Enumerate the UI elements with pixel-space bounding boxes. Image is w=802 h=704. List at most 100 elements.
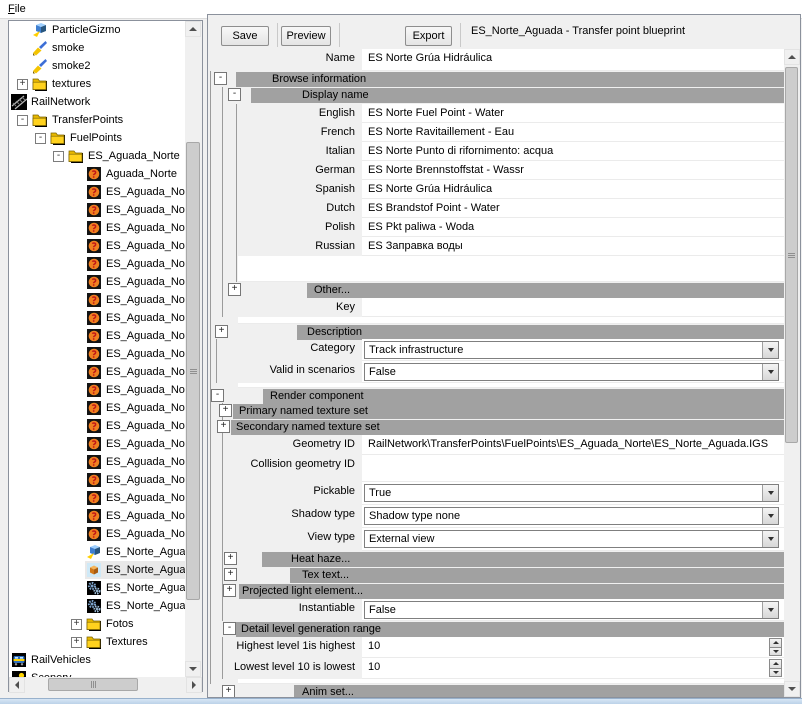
expand-icon[interactable]: + (217, 420, 230, 433)
tree-item-es-aguada-nort[interactable]: ES_Aguada_Nort (9, 219, 185, 237)
expand-icon[interactable]: + (228, 283, 241, 296)
scroll-left-icon[interactable] (9, 677, 25, 693)
preview-button[interactable]: Preview (281, 26, 331, 46)
tree-item-body: ES_Aguada_Nort (85, 507, 185, 525)
chevron-down-icon[interactable] (762, 508, 778, 524)
chevron-down-icon[interactable] (762, 485, 778, 501)
tree-item-es-aguada-nort[interactable]: ES_Aguada_Nort (9, 291, 185, 309)
combo-valid-in-scenarios[interactable]: False (364, 363, 779, 381)
tree-item-smoke2[interactable]: smoke2 (9, 57, 185, 75)
field-collision-geometry-id[interactable] (362, 455, 784, 482)
collapse-icon[interactable]: - (211, 389, 224, 402)
tree-item-textures[interactable]: +Textures (9, 633, 185, 651)
field-name[interactable]: ES Norte Grúa Hidráulica (362, 49, 784, 71)
scroll-down-icon[interactable] (185, 661, 201, 677)
save-button[interactable]: Save (221, 26, 269, 46)
expand-icon[interactable]: + (17, 79, 28, 90)
combo-view-type[interactable]: External view (364, 530, 779, 548)
collapse-icon[interactable]: - (53, 151, 64, 162)
tree-item-es-aguada-nort[interactable]: ES_Aguada_Nort (9, 345, 185, 363)
collapse-icon[interactable]: - (223, 622, 236, 635)
tree-hscroll-thumb[interactable] (48, 678, 138, 691)
chevron-down-icon[interactable] (762, 342, 778, 358)
export-button[interactable]: Export (405, 26, 452, 46)
field-russian[interactable]: ES Заправка воды (362, 237, 784, 256)
tree-item-es-aguada-nort[interactable]: ES_Aguada_Nort (9, 489, 185, 507)
field-spanish[interactable]: ES Norte Grúa Hidráulica (362, 180, 784, 199)
tree-item-smoke[interactable]: smoke (9, 39, 185, 57)
form-vscroll-thumb[interactable] (785, 67, 798, 443)
field-polish[interactable]: ES Pkt paliwa - Woda (362, 218, 784, 237)
tree-item-aguada-norte[interactable]: Aguada_Norte (9, 165, 185, 183)
tree-item-es-aguada-nort[interactable]: ES_Aguada_Nort (9, 201, 185, 219)
scroll-up-icon[interactable] (784, 49, 800, 65)
tree-item-scenery[interactable]: Scenery (9, 669, 185, 677)
field-geometry-id[interactable]: RailNetwork\TransferPoints\FuelPoints\ES… (362, 435, 784, 455)
tree-item-es-aguada-nort[interactable]: ES_Aguada_Nort (9, 471, 185, 489)
tree-item-es-aguada-nort[interactable]: ES_Aguada_Nort (9, 363, 185, 381)
combo-instantiable[interactable]: False (364, 601, 779, 619)
tree-item-es-aguada-nort[interactable]: ES_Aguada_Nort (9, 381, 185, 399)
tree-item-es-norte-aguad[interactable]: ES_Norte_Aguad (9, 579, 185, 597)
spin-down-icon[interactable] (769, 647, 782, 657)
tree-vscroll-thumb[interactable] (186, 142, 200, 600)
combo-category[interactable]: Track infrastructure (364, 341, 779, 359)
collapse-icon[interactable]: - (17, 115, 28, 126)
field-key[interactable] (362, 298, 784, 317)
scroll-down-icon[interactable] (784, 681, 800, 697)
section-other: +Other... (208, 282, 784, 298)
field-french[interactable]: ES Norte Ravitaillement - Eau (362, 123, 784, 142)
field-italian[interactable]: ES Norte Punto di rifornimento: acqua (362, 142, 784, 161)
combo-pickable[interactable]: True (364, 484, 779, 502)
tree-item-railvehicles[interactable]: RailVehicles (9, 651, 185, 669)
tree-item-es-aguada-nort[interactable]: ES_Aguada_Nort (9, 273, 185, 291)
tree-item-fuelpoints[interactable]: -FuelPoints (9, 129, 185, 147)
field-english[interactable]: ES Norte Fuel Point - Water (362, 104, 784, 123)
tree-item-es-aguada-nort[interactable]: ES_Aguada_Nort (9, 525, 185, 543)
tree-item-es-aguada-nort[interactable]: ES_Aguada_Nort (9, 399, 185, 417)
expand-icon[interactable]: + (215, 325, 228, 338)
tree-item-transferpoints[interactable]: -TransferPoints (9, 111, 185, 129)
field-label: Dutch (208, 199, 362, 218)
field-lowest-level-10-is-lowest[interactable]: 10 (362, 658, 784, 679)
collapse-icon[interactable]: - (228, 88, 241, 101)
expand-icon[interactable]: + (223, 584, 236, 597)
expand-icon[interactable]: + (71, 637, 82, 648)
tree-item-es-aguada-norte[interactable]: -ES_Aguada_Norte (9, 147, 185, 165)
tree-item-es-aguada-nort[interactable]: ES_Aguada_Nort (9, 237, 185, 255)
field-german[interactable]: ES Norte Brennstoffstat - Wassr (362, 161, 784, 180)
expand-icon[interactable]: + (71, 619, 82, 630)
tree-item-es-aguada-nort[interactable]: ES_Aguada_Nort (9, 453, 185, 471)
collapse-icon[interactable]: - (214, 72, 227, 85)
chevron-down-icon[interactable] (762, 531, 778, 547)
tree-item-es-aguada-nort[interactable]: ES_Aguada_Nort (9, 309, 185, 327)
chevron-down-icon[interactable] (762, 602, 778, 618)
tree-item-particlegizmo[interactable]: ParticleGizmo (9, 21, 185, 39)
scroll-right-icon[interactable] (186, 677, 202, 693)
chevron-down-icon[interactable] (762, 364, 778, 380)
collapse-icon[interactable]: - (35, 133, 46, 144)
tree-item-es-norte-aguad[interactable]: ES_Norte_Aguad (9, 543, 185, 561)
tree-item-es-aguada-nort[interactable]: ES_Aguada_Nort (9, 255, 185, 273)
tree-item-railnetwork[interactable]: RailNetwork (9, 93, 185, 111)
expand-icon[interactable]: + (224, 552, 237, 565)
tree-item-textures[interactable]: +textures (9, 75, 185, 93)
field-highest-level-1is-highest[interactable]: 10 (362, 637, 784, 658)
tree-item-fotos[interactable]: +Fotos (9, 615, 185, 633)
expand-icon[interactable]: + (222, 685, 235, 697)
combo-shadow-type[interactable]: Shadow type none (364, 507, 779, 525)
expand-icon[interactable]: + (224, 568, 237, 581)
section-primary-named-texture-set: +Primary named texture set (208, 403, 784, 419)
spin-down-icon[interactable] (769, 668, 782, 678)
expand-icon[interactable]: + (219, 404, 232, 417)
tree-item-es-aguada-nort[interactable]: ES_Aguada_Nort (9, 327, 185, 345)
tree-item-es-aguada-nort[interactable]: ES_Aguada_Nort (9, 435, 185, 453)
scroll-up-icon[interactable] (185, 21, 201, 37)
tree-item-es-aguada-nort[interactable]: ES_Aguada_Nort (9, 417, 185, 435)
menu-file[interactable]: File (0, 1, 34, 17)
tree-item-es-aguada-nort[interactable]: ES_Aguada_Nort (9, 507, 185, 525)
tree-item-es-aguada-nort[interactable]: ES_Aguada_Nort (9, 183, 185, 201)
field-dutch[interactable]: ES Brandstof Point - Water (362, 199, 784, 218)
tree-item-es-norte-aguad[interactable]: ES_Norte_Aguad (9, 561, 185, 579)
tree-item-es-norte-aguad[interactable]: ES_Norte_Aguad (9, 597, 185, 615)
